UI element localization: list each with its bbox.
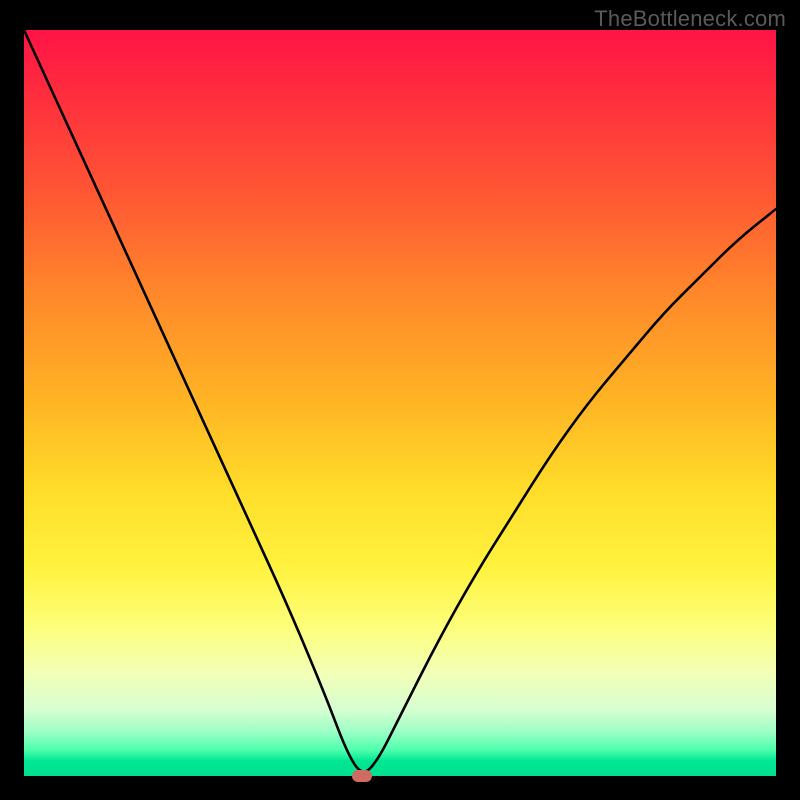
chart-frame: TheBottleneck.com <box>0 0 800 800</box>
watermark-text: TheBottleneck.com <box>594 6 786 32</box>
optimal-point-marker <box>352 770 372 782</box>
plot-outer <box>24 30 776 776</box>
curve-path <box>24 30 776 772</box>
bottleneck-curve <box>24 30 776 776</box>
